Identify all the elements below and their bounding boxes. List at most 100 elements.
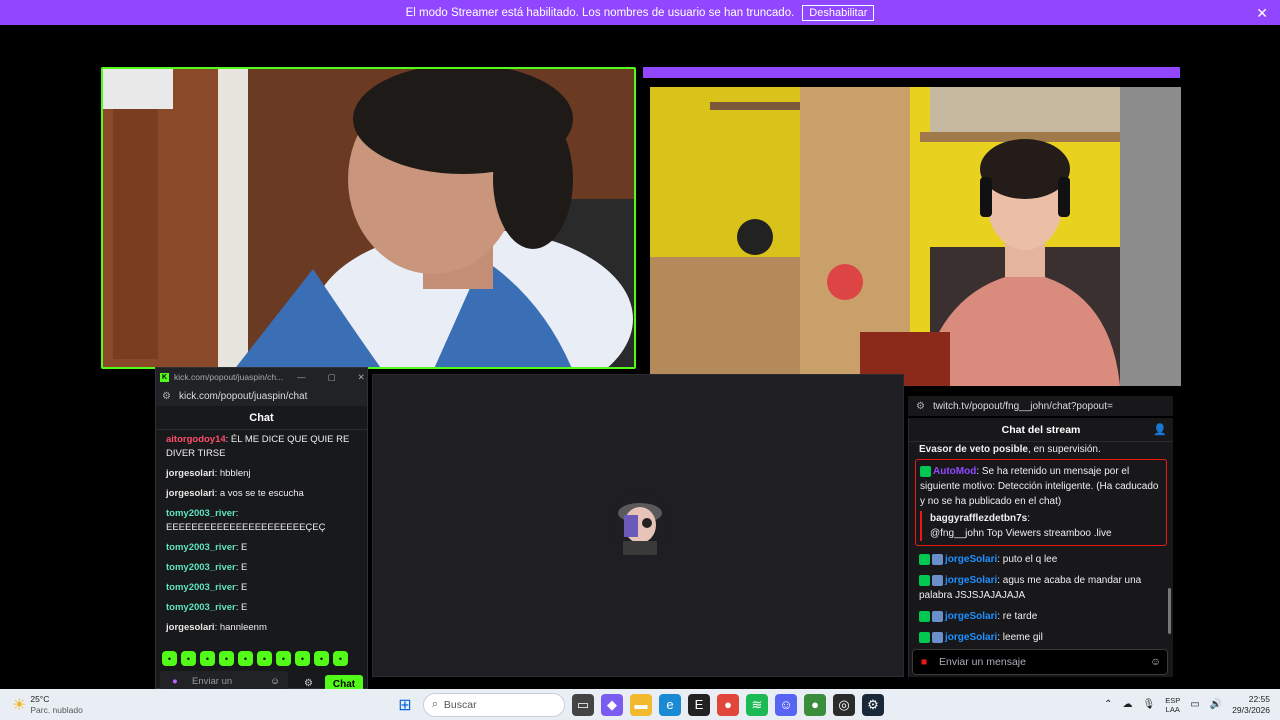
close-icon[interactable]: ✕ xyxy=(1256,5,1268,22)
kick-username[interactable]: jorgesolari xyxy=(166,468,215,479)
twitch-username[interactable]: jorgeSolari xyxy=(945,611,997,622)
steam-icon[interactable]: ⚙ xyxy=(862,693,884,716)
obs-icon[interactable]: ◎ xyxy=(833,693,855,716)
settings-icon[interactable]: ⚙ xyxy=(304,678,313,689)
site-settings-icon[interactable]: ⚙ xyxy=(162,391,171,402)
evasor-suffix: , en supervisión. xyxy=(1027,444,1101,455)
twitch-username[interactable]: jorgeSolari xyxy=(945,632,997,643)
kick-chat-message: tomy2003_river: E xyxy=(156,578,367,598)
microphone-tray-icon[interactable]: 🎙 xyxy=(1143,699,1156,710)
clock-time: 22:55 xyxy=(1248,693,1270,704)
windows-start-icon[interactable]: ⊞ xyxy=(394,694,416,716)
emote-bar: • • • • • • • • • • xyxy=(162,651,348,666)
weather-temp: 25°C xyxy=(30,693,50,704)
chat-scrollbar[interactable] xyxy=(1168,588,1171,634)
copilot-icon[interactable]: ◆ xyxy=(601,693,623,716)
twitch-input-placeholder: Enviar un mensaje xyxy=(939,656,1026,668)
network-icon[interactable]: ▭ xyxy=(1190,699,1199,710)
spotify-icon[interactable]: ≋ xyxy=(746,693,768,716)
kick-username[interactable]: tomy2003_river xyxy=(166,582,236,593)
task-view-icon[interactable]: ▭ xyxy=(572,693,594,716)
kick-stream-video[interactable] xyxy=(101,67,636,369)
user-list-icon[interactable]: 👤 xyxy=(1153,418,1167,442)
emote-icon[interactable]: • xyxy=(219,651,234,666)
kick-username[interactable]: tomy2003_river xyxy=(166,508,236,519)
twitch-username[interactable]: jorgeSolari xyxy=(945,554,997,565)
emote-icon[interactable]: • xyxy=(333,651,348,666)
chrome-icon[interactable]: ● xyxy=(717,693,739,716)
camera-icon: ■ xyxy=(921,656,928,668)
twitch-chat-input[interactable]: ■ Enviar un mensaje ☺ xyxy=(912,649,1168,675)
streamer-mode-banner: El modo Streamer está habilitado. Los no… xyxy=(0,0,1280,25)
microphone-icon[interactable]: ● xyxy=(172,676,178,687)
volume-icon[interactable]: 🔊 xyxy=(1210,699,1222,710)
taskbar-apps: ⊞ ⌕ Buscar ▭ ◆ ▬ e E ● ≋ ☺ ● ◎ ⚙ xyxy=(394,692,884,717)
edge-icon[interactable]: e xyxy=(659,693,681,716)
maximize-icon[interactable]: ▢ xyxy=(328,372,336,383)
close-window-icon[interactable]: ✕ xyxy=(358,372,365,383)
discord-icon[interactable]: ☺ xyxy=(775,693,797,716)
epic-games-icon[interactable]: E xyxy=(688,693,710,716)
twitch-chat-panel: Chat del stream 👤 Evasor de veto posible… xyxy=(908,418,1173,677)
file-explorer-icon[interactable]: ▬ xyxy=(630,693,652,716)
emote-icon[interactable]: • xyxy=(238,651,253,666)
clock-date: 29/3/2026 xyxy=(1232,704,1270,715)
emote-icon[interactable]: • xyxy=(276,651,291,666)
cloud-icon[interactable]: ☁ xyxy=(1123,699,1133,710)
kick-username[interactable]: aitorgodoy14 xyxy=(166,434,226,445)
kick-message-text: : E xyxy=(235,582,248,593)
kick-username[interactable]: jorgesolari xyxy=(166,488,215,499)
emote-icon[interactable]: • xyxy=(181,651,196,666)
emote-icon[interactable]: • xyxy=(200,651,215,666)
taskbar-search[interactable]: ⌕ Buscar xyxy=(423,692,565,717)
kick-username[interactable]: tomy2003_river xyxy=(166,562,236,573)
evasor-notice: Evasor de veto posible, en supervisión. xyxy=(909,442,1173,456)
held-message: baggyrafflezdetbn7s: @fng__john Top View… xyxy=(920,511,1162,541)
windows-taskbar: ☀ 25°C Parc. nublado ⊞ ⌕ Buscar ▭ ◆ ▬ e … xyxy=(0,689,1280,720)
kick-chat-message: tomy2003_river: EEEEEEEEEEEEEEEEEEEEEEÇE… xyxy=(156,504,367,538)
site-settings-icon[interactable]: ⚙ xyxy=(916,401,925,412)
search-placeholder: Buscar xyxy=(443,698,477,711)
kick-chat-input[interactable]: ● Enviar un ☺ xyxy=(160,671,288,691)
kick-chat-message: aitorgodoy14: ÉL ME DICE QUE QUIE RE DIV… xyxy=(156,430,367,464)
emote-icon[interactable]: • xyxy=(314,651,329,666)
emote-icon[interactable]: • xyxy=(162,651,177,666)
kick-logo-icon: K xyxy=(160,372,169,382)
emote-icon[interactable]: • xyxy=(295,651,310,666)
minimize-icon[interactable]: — xyxy=(297,372,306,382)
automod-text-row: AutoMod: Se ha retenido un mensaje por e… xyxy=(920,464,1162,511)
twitch-chat-title: Chat del stream xyxy=(1001,424,1081,436)
held-text: @fng__john Top Viewers streamboo .live xyxy=(930,528,1112,539)
emote-icon[interactable]: • xyxy=(257,651,272,666)
twitch-address-bar[interactable]: ⚙ twitch.tv/popout/fng__john/chat?popout… xyxy=(908,396,1173,416)
disable-streamer-mode-button[interactable]: Deshabilitar xyxy=(802,4,875,21)
twitch-chat-message: jorgeSolari: puto el q lee xyxy=(909,549,1173,570)
kick-chat-message: jorgesolari: a vos se te escucha xyxy=(156,484,367,504)
verified-badge-icon xyxy=(919,631,930,643)
kick-username[interactable]: tomy2003_river xyxy=(166,542,236,553)
twitch-username[interactable]: jorgeSolari xyxy=(945,575,997,586)
automod-username: AutoMod xyxy=(933,466,977,477)
kick-chat-message: jorgesolari: hbblenj xyxy=(156,464,367,484)
subscriber-badge-icon xyxy=(932,553,943,565)
chevron-up-icon[interactable]: ⌃ xyxy=(1104,699,1112,710)
chrome-alt-icon[interactable]: ● xyxy=(804,693,826,716)
kick-address-bar[interactable]: ⚙ kick.com/popout/juaspin/chat xyxy=(156,386,367,406)
kick-username[interactable]: tomy2003_river xyxy=(166,602,236,613)
weather-widget[interactable]: ☀ 25°C Parc. nublado xyxy=(12,694,83,716)
emoji-icon[interactable]: ☺ xyxy=(270,676,280,687)
kick-message-list: aitorgodoy14: ÉL ME DICE QUE QUIE RE DIV… xyxy=(156,430,367,638)
subscriber-badge-icon xyxy=(932,631,943,643)
emoji-icon[interactable]: ☺ xyxy=(1150,656,1161,668)
twitch-stream-video[interactable] xyxy=(650,87,1181,386)
kick-chat-message: tomy2003_river: E xyxy=(156,598,367,618)
kick-chat-window[interactable]: K kick.com/popout/juaspin/ch... — ▢ ✕ ⚙ … xyxy=(155,367,368,693)
kick-username[interactable]: jorgesolari xyxy=(166,622,215,633)
language-indicator[interactable]: ESP LAA xyxy=(1165,696,1180,714)
kick-window-titlebar[interactable]: K kick.com/popout/juaspin/ch... — ▢ ✕ xyxy=(156,368,367,386)
twitch-chat-message: jorgeSolari: agus me acaba de mandar una… xyxy=(909,570,1173,606)
kick-video-frame xyxy=(103,69,634,367)
twitch-chat-message: jorgeSolari: leeme gil xyxy=(909,627,1173,648)
channel-avatar xyxy=(609,493,671,557)
clock[interactable]: 22:55 29/3/2026 xyxy=(1232,694,1270,716)
